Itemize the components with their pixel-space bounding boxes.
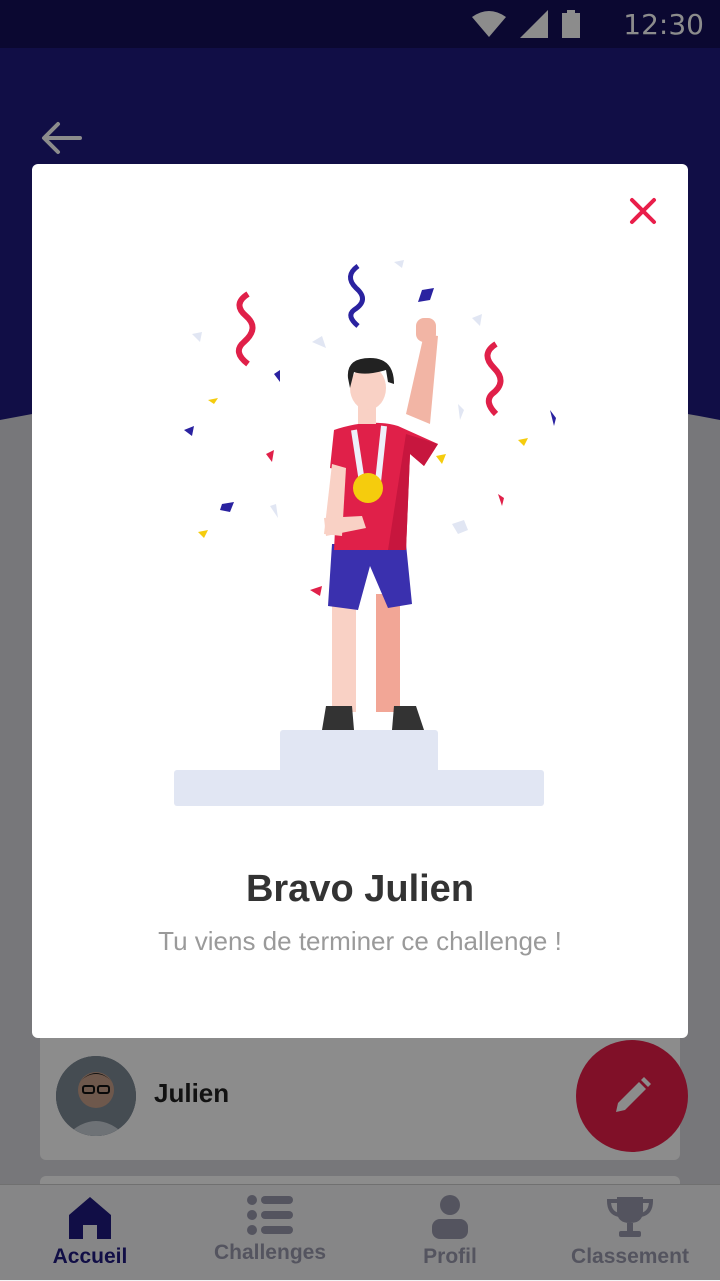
close-icon[interactable]: [628, 196, 658, 226]
success-modal: Bravo Julien Tu viens de terminer ce cha…: [32, 164, 688, 1038]
modal-title: Bravo Julien: [245, 868, 475, 910]
modal-subtitle: Tu viens de terminer ce challenge !: [158, 926, 562, 956]
celebration-illustration: [174, 260, 556, 806]
